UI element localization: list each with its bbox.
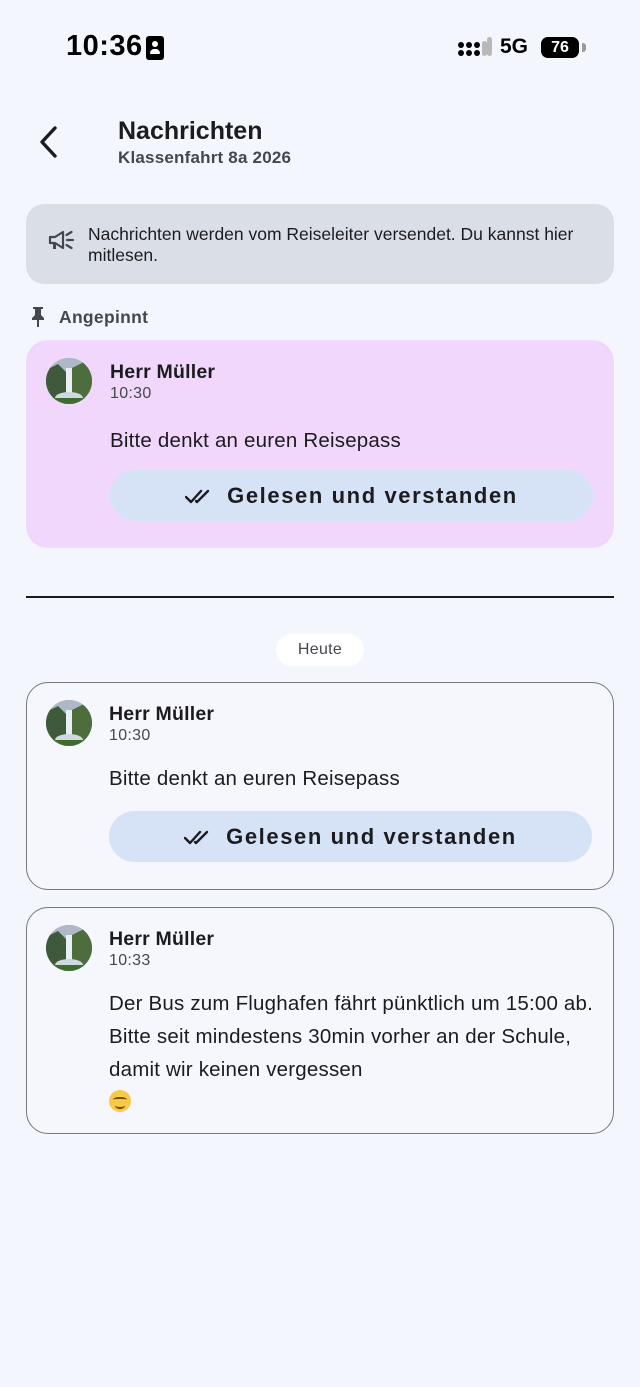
message-time: 10:33 <box>109 952 151 969</box>
message-text-body: Der Bus zum Flughafen fährt pünktlich um… <box>109 992 594 1081</box>
avatar <box>46 700 92 746</box>
pin-icon <box>32 307 44 327</box>
page-title: Nachrichten <box>118 117 263 145</box>
message-card: Herr Müller 10:30 Bitte denkt an euren R… <box>26 682 614 890</box>
message-card: Herr Müller 10:33 Der Bus zum Flughafen … <box>26 907 614 1134</box>
smiling-emoji-icon <box>109 1090 131 1112</box>
sender-name: Herr Müller <box>109 928 215 950</box>
sender-name: Herr Müller <box>110 361 216 383</box>
avatar <box>46 925 92 971</box>
divider <box>26 596 614 598</box>
page-subtitle: Klassenfahrt 8a 2026 <box>118 148 292 167</box>
message-text: Bitte denkt an euren Reisepass <box>109 767 400 790</box>
read-confirm-label: Gelesen und verstanden <box>227 482 518 508</box>
read-confirm-button[interactable]: Gelesen und verstanden <box>109 811 592 862</box>
read-confirm-button[interactable]: Gelesen und verstanden <box>110 470 593 521</box>
date-separator: Heute <box>276 634 364 666</box>
double-check-icon <box>184 830 209 844</box>
message-time: 10:30 <box>110 385 152 402</box>
back-button[interactable] <box>26 120 70 164</box>
battery-icon: 76 <box>541 37 579 58</box>
battery-tip <box>582 43 586 52</box>
double-check-icon <box>185 489 210 503</box>
avatar <box>46 358 92 404</box>
message-text: Der Bus zum Flughafen fährt pünktlich um… <box>109 987 599 1119</box>
info-banner-text: Nachrichten werden vom Reiseleiter verse… <box>88 224 574 265</box>
info-banner: Nachrichten werden vom Reiseleiter verse… <box>26 204 614 284</box>
sender-name: Herr Müller <box>109 703 215 725</box>
status-time: 10:36 <box>66 30 143 62</box>
message-time: 10:30 <box>109 727 151 744</box>
read-confirm-label: Gelesen und verstanden <box>226 823 517 849</box>
pinned-label: Angepinnt <box>59 307 149 327</box>
pinned-message-card: Herr Müller 10:30 Bitte denkt an euren R… <box>26 340 614 548</box>
status-bar: 10:36 5G 76 <box>0 0 640 90</box>
megaphone-icon <box>48 230 75 250</box>
id-card-icon <box>146 36 164 60</box>
screen: 10:36 5G 76 Nachrichten Klassenfahrt 8a … <box>0 0 640 1387</box>
signal-icon <box>458 37 492 56</box>
message-text: Bitte denkt an euren Reisepass <box>110 429 401 452</box>
network-type: 5G <box>500 35 529 58</box>
chevron-left-icon <box>40 126 57 158</box>
